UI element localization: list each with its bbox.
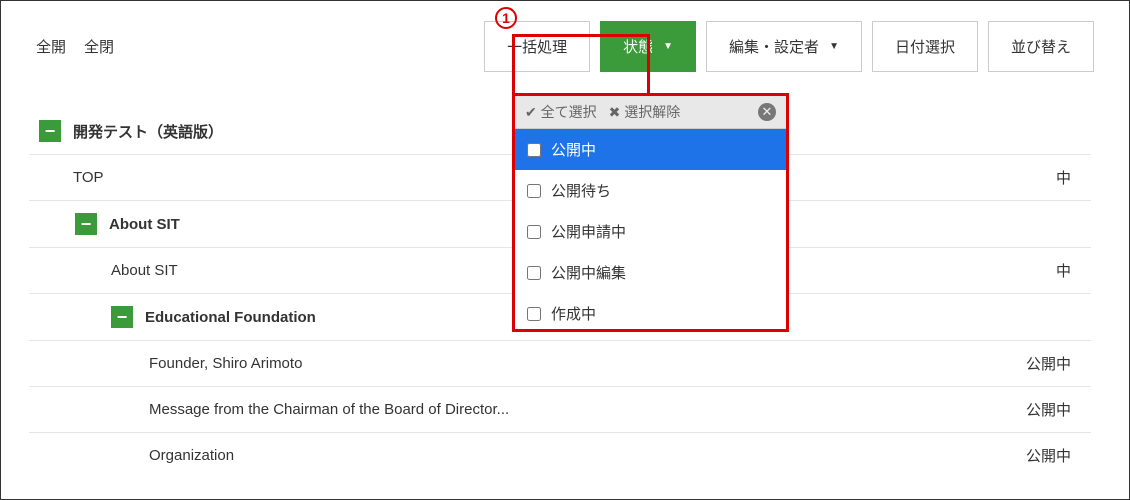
option-checkbox[interactable] [527, 307, 541, 321]
editor-dropdown-button[interactable]: 編集・設定者 ▼ [706, 21, 862, 72]
deselect-link[interactable]: ✖ 選択解除 [609, 102, 681, 122]
dropdown-option[interactable]: 公開申請中 [515, 211, 786, 252]
status-badge: 公開中 [1026, 399, 1091, 420]
select-all-link[interactable]: ✔ 全て選択 [525, 102, 597, 122]
dropdown-header: ✔ 全て選択 ✖ 選択解除 ✕ [515, 96, 786, 129]
toolbar: 全開 全閉 一括処理 状態 ▼ 編集・設定者 ▼ 日付選択 並び替え [1, 1, 1129, 87]
tree-row[interactable]: Organization公開中 [29, 433, 1091, 478]
option-label: 作成中 [551, 303, 596, 324]
option-checkbox[interactable] [527, 184, 541, 198]
option-checkbox[interactable] [527, 143, 541, 157]
option-checkbox[interactable] [527, 266, 541, 280]
status-dropdown-label: 状態 [623, 36, 653, 57]
collapse-toggle[interactable]: − [111, 306, 133, 328]
status-dropdown-panel: ✔ 全て選択 ✖ 選択解除 ✕ 公開中公開待ち公開申請中公開中編集作成中 [512, 93, 789, 332]
tree-row-label: Organization [149, 447, 1026, 464]
option-label: 公開待ち [551, 180, 611, 201]
dropdown-list[interactable]: 公開中公開待ち公開申請中公開中編集作成中 [515, 129, 786, 329]
collapse-toggle[interactable]: − [39, 120, 61, 142]
option-label: 公開申請中 [551, 221, 626, 242]
date-select-button[interactable]: 日付選択 [872, 21, 978, 72]
dropdown-option[interactable]: 作成中 [515, 293, 786, 329]
status-badge: 中 [1056, 167, 1091, 188]
dropdown-option[interactable]: 公開待ち [515, 170, 786, 211]
app-frame: 1 全開 全閉 一括処理 状態 ▼ 編集・設定者 ▼ 日付選択 並び替え ✔ 全… [0, 0, 1130, 500]
callout-1: 1 [495, 7, 517, 29]
status-badge: 公開中 [1026, 445, 1091, 466]
status-badge: 公開中 [1026, 353, 1091, 374]
caret-down-icon: ▼ [663, 41, 673, 52]
tree-row[interactable]: Founder, Shiro Arimoto公開中 [29, 341, 1091, 387]
expand-all-link[interactable]: 全開 [36, 36, 66, 57]
status-badge: 中 [1056, 260, 1091, 281]
caret-down-icon: ▼ [829, 41, 839, 52]
close-icon[interactable]: ✕ [758, 103, 776, 121]
sort-button-label: 並び替え [1011, 36, 1071, 57]
date-select-label: 日付選択 [895, 36, 955, 57]
editor-dropdown-label: 編集・設定者 [729, 36, 819, 57]
option-checkbox[interactable] [527, 225, 541, 239]
batch-button-label: 一括処理 [507, 36, 567, 57]
tree-row-label: Founder, Shiro Arimoto [149, 355, 1026, 372]
tree-row-label: Message from the Chairman of the Board o… [149, 401, 1026, 418]
dropdown-option[interactable]: 公開中編集 [515, 252, 786, 293]
option-label: 公開中編集 [551, 262, 626, 283]
toolbar-left: 全開 全閉 [36, 36, 114, 57]
collapse-toggle[interactable]: − [75, 213, 97, 235]
status-dropdown-button[interactable]: 状態 ▼ [600, 21, 696, 72]
tree-row[interactable]: Message from the Chairman of the Board o… [29, 387, 1091, 433]
option-label: 公開中 [551, 139, 596, 160]
dropdown-option[interactable]: 公開中 [515, 129, 786, 170]
sort-button[interactable]: 並び替え [988, 21, 1094, 72]
callout-number: 1 [495, 7, 517, 29]
collapse-all-link[interactable]: 全閉 [84, 36, 114, 57]
